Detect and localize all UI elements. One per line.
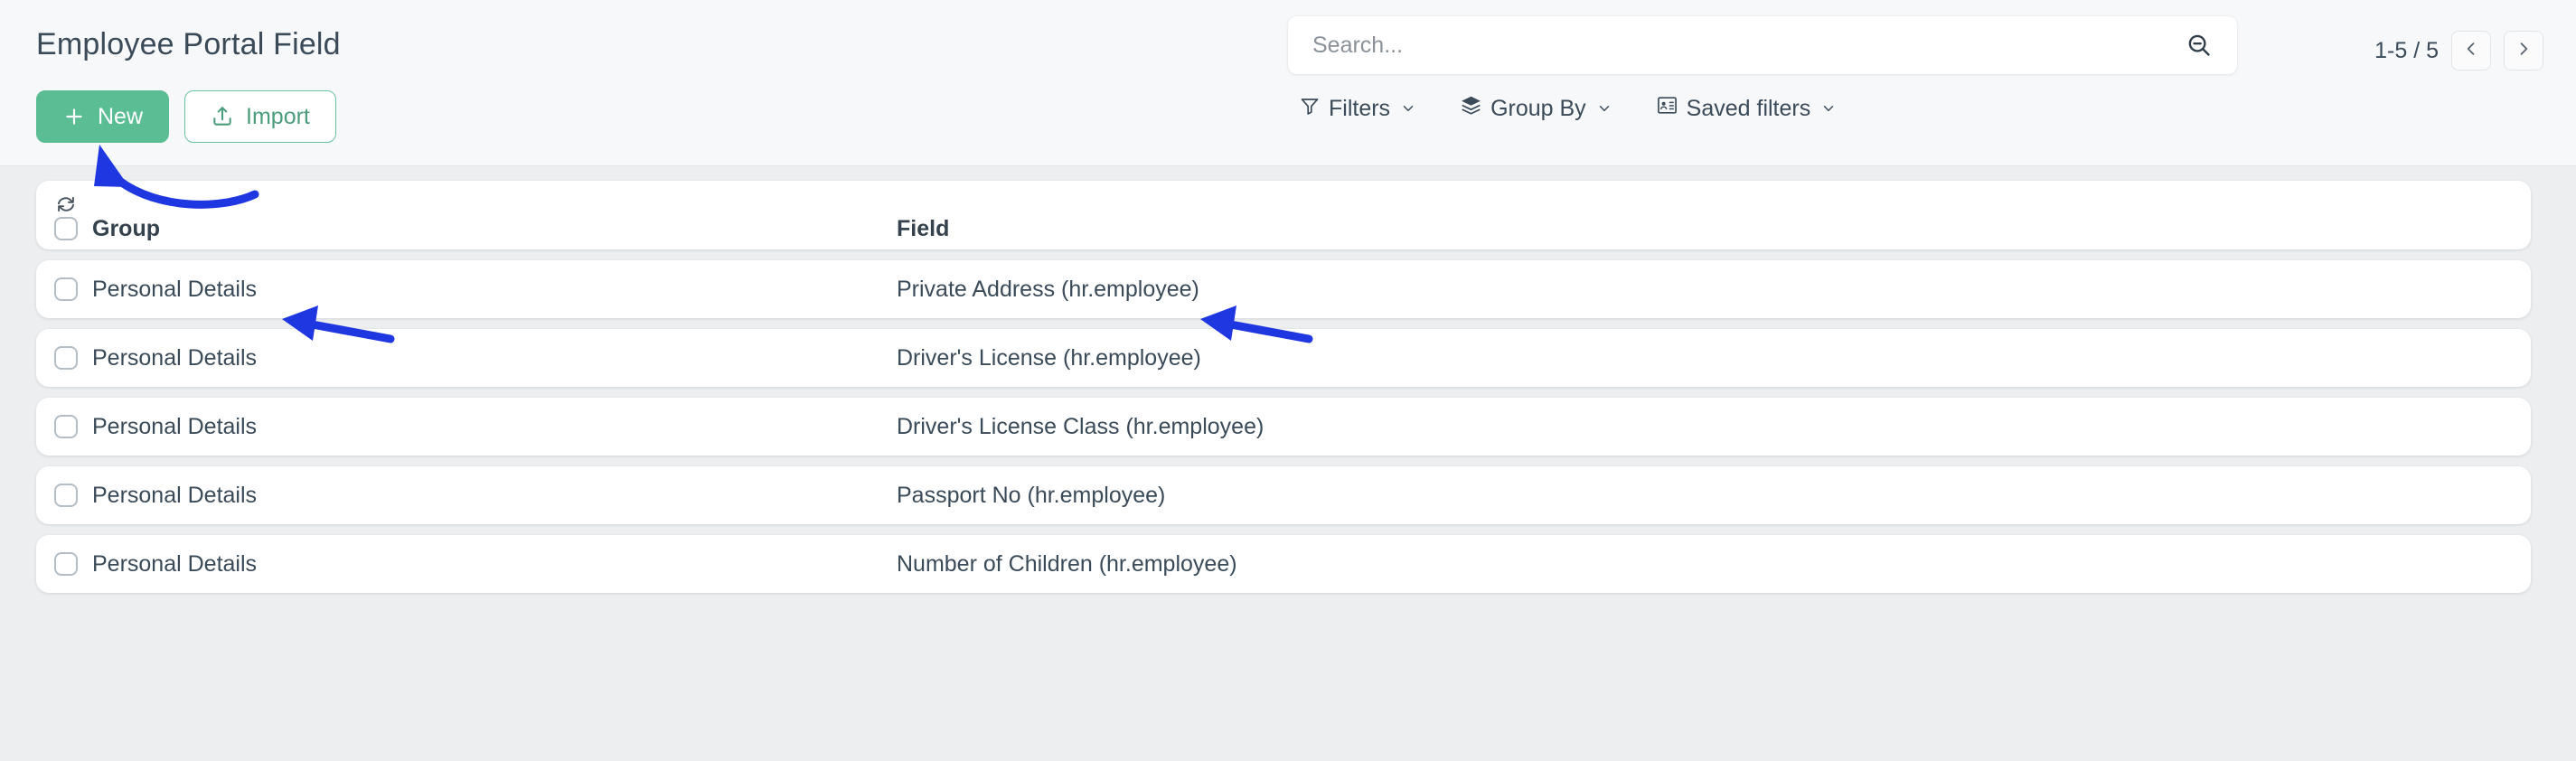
row-checkbox[interactable] — [54, 484, 78, 507]
row-checkbox[interactable] — [54, 277, 78, 301]
cell-group: Personal Details — [92, 550, 258, 577]
column-header-field[interactable]: Field — [897, 216, 2531, 242]
table-row[interactable]: Personal Details Number of Children (hr.e… — [36, 535, 2531, 593]
row-select-cell — [36, 484, 92, 507]
import-button-label: Import — [246, 103, 310, 129]
pager-next-button[interactable] — [2504, 31, 2543, 70]
filter-row: Filters Group By Saved filters — [1288, 94, 2237, 123]
row-select-cell — [36, 277, 92, 301]
table-body: Personal Details Private Address (hr.empl… — [36, 260, 2531, 593]
table-row[interactable]: Personal Details Passport No (hr.employee… — [36, 466, 2531, 524]
funnel-icon — [1299, 95, 1321, 123]
filters-dropdown-label: Filters — [1329, 95, 1391, 121]
search-input[interactable] — [1312, 16, 2179, 74]
cell-group: Personal Details — [92, 276, 258, 302]
cell-group: Personal Details — [92, 482, 258, 508]
cell-field: Passport No (hr.employee) — [897, 482, 1166, 508]
cell-field: Driver's License (hr.employee) — [897, 344, 1201, 371]
group-by-dropdown-label: Group By — [1490, 95, 1586, 121]
saved-card-icon — [1656, 94, 1678, 123]
row-select-cell — [36, 552, 92, 576]
cell-group: Personal Details — [92, 344, 258, 371]
cell-field: Private Address (hr.employee) — [897, 276, 1199, 302]
plus-icon — [62, 105, 86, 128]
row-checkbox[interactable] — [54, 552, 78, 576]
chevron-down-icon — [1596, 100, 1612, 117]
refresh-icon[interactable] — [56, 194, 76, 214]
select-all-checkbox[interactable] — [54, 217, 78, 240]
table-header: Group Field — [36, 181, 2531, 249]
search-column: Filters Group B — [1288, 16, 2237, 123]
search-minus-icon[interactable] — [2179, 25, 2219, 65]
table-row[interactable]: Personal Details Driver's License Class (… — [36, 398, 2531, 456]
row-select-cell — [36, 346, 92, 370]
employee-portal-field-page: Employee Portal Field New Import Search.… — [0, 0, 2576, 761]
saved-filters-dropdown-label: Saved filters — [1686, 95, 1811, 121]
group-by-dropdown[interactable]: Group By — [1460, 94, 1612, 123]
new-button[interactable]: New — [36, 90, 170, 143]
chevron-down-icon — [1820, 100, 1837, 117]
saved-filters-dropdown[interactable]: Saved filters — [1656, 94, 1838, 123]
table-row[interactable]: Personal Details Driver's License (hr.emp… — [36, 329, 2531, 387]
row-select-cell — [36, 415, 92, 438]
column-header-group[interactable]: Group — [92, 216, 897, 242]
list-area: Group Field Personal Details Private Addr… — [0, 166, 2576, 761]
cell-field: Driver's License Class (hr.employee) — [897, 413, 1264, 439]
chevron-left-icon — [2462, 40, 2480, 62]
page-title: Employee Portal Field — [36, 27, 341, 61]
table-header-select-cell — [36, 194, 92, 242]
chevron-right-icon — [2515, 40, 2533, 62]
new-button-label: New — [98, 103, 144, 129]
cell-group: Personal Details — [92, 413, 258, 439]
layers-icon — [1460, 94, 1482, 123]
action-buttons: New Import — [36, 90, 336, 143]
row-checkbox[interactable] — [54, 346, 78, 370]
filters-dropdown[interactable]: Filters — [1299, 95, 1416, 123]
table-row[interactable]: Personal Details Private Address (hr.empl… — [36, 260, 2531, 318]
upload-icon — [211, 105, 234, 128]
import-button[interactable]: Import — [184, 90, 336, 143]
control-panel: Employee Portal Field New Import Search.… — [0, 0, 2576, 166]
chevron-down-icon — [1400, 100, 1416, 117]
cell-field: Number of Children (hr.employee) — [897, 550, 1237, 577]
pager: 1-5 / 5 — [2374, 31, 2543, 70]
pager-prev-button[interactable] — [2451, 31, 2491, 70]
pager-count: 1-5 / 5 — [2374, 37, 2439, 63]
searchbar[interactable] — [1288, 16, 2237, 74]
row-checkbox[interactable] — [54, 415, 78, 438]
